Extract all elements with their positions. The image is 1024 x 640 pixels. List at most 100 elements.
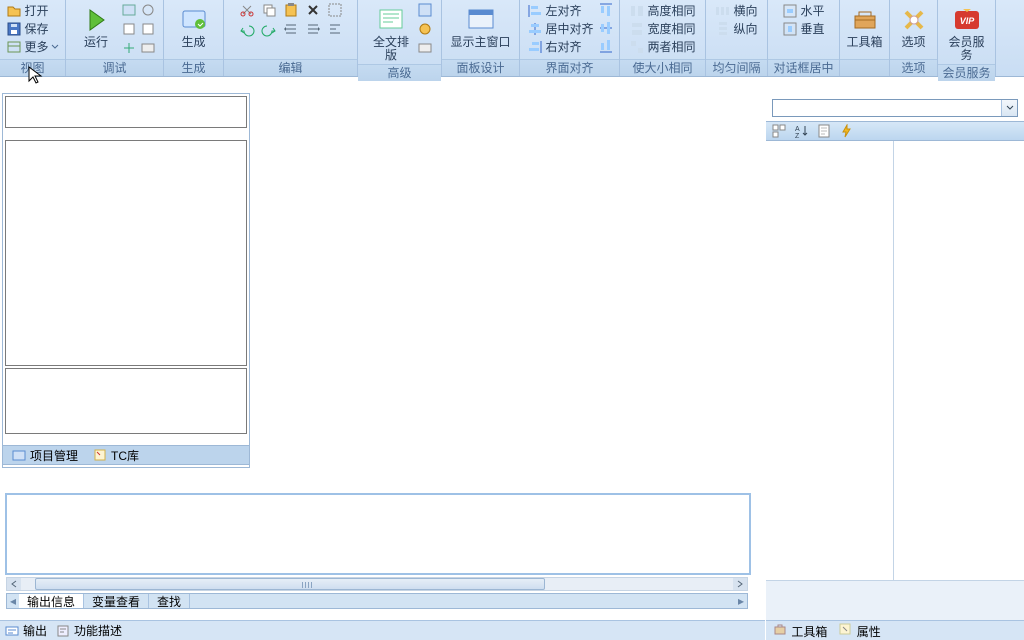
tab-project[interactable]: 项目管理 [7,446,82,465]
ribbon-group-debug-label: 调试 [66,59,163,76]
workspace: 项目管理 TC库 ◂ 输出信息 变量查看 查找 ▸ 输出 [0,77,1024,640]
tab-tc[interactable]: TC库 [88,446,143,465]
debug-icon-4[interactable] [140,21,156,37]
align-right-icon [527,39,543,55]
debug-icon-5[interactable] [121,40,137,56]
show-main-window-button[interactable]: 显示主窗口 [448,2,514,51]
chevron-down-icon-combo[interactable] [1001,100,1017,116]
out-tab-left[interactable]: ◂ [7,595,19,607]
same-both-icon [629,39,645,55]
space-v-label: 纵向 [733,20,757,37]
center-v-label: 垂直 [800,20,824,37]
scroll-left-arrow[interactable] [7,578,21,590]
space-h-label: 横向 [733,2,757,19]
space-v-icon [715,21,731,37]
props-small-icon [837,621,853,637]
output-body[interactable] [5,493,751,575]
delete-icon[interactable] [305,2,321,18]
select-icon[interactable] [327,2,343,18]
ribbon-group-member: VIP 会员服务 会员服务 [938,0,996,76]
scroll-track[interactable] [21,578,733,590]
open-button[interactable]: 打开 [4,2,50,19]
tab-project-label: 项目管理 [30,447,78,464]
toolbox-label: 工具箱 [846,36,882,49]
debug-icon-2[interactable] [140,2,156,18]
property-grid-names [766,141,894,580]
same-height-label: 高度相同 [647,2,695,19]
space-v-button[interactable]: 纵向 [713,20,759,37]
save-icon [6,21,22,37]
out-tab-right[interactable]: ▸ [735,595,747,607]
svg-text:Z: Z [795,133,800,138]
adv-icon-3[interactable] [417,40,433,56]
adv-icon-2[interactable] [417,21,433,37]
options-icon [898,4,930,36]
align-right-button[interactable]: 右对齐 [525,38,583,55]
run-button[interactable]: 运行 [73,2,119,51]
align-bottom-icon[interactable] [598,38,614,54]
scroll-thumb[interactable] [35,578,545,590]
scroll-right-arrow[interactable] [733,578,747,590]
save-button[interactable]: 保存 [4,20,50,37]
bottom-output[interactable]: 输出 [4,622,47,639]
same-height-button[interactable]: 高度相同 [627,2,697,19]
lightning-icon[interactable] [838,123,854,139]
paste-icon[interactable] [283,2,299,18]
same-height-icon [629,3,645,19]
debug-icon-6[interactable] [140,40,156,56]
project-box-1[interactable] [5,96,247,128]
project-box-3[interactable] [5,368,247,434]
open-label: 打开 [24,2,48,19]
member-button[interactable]: VIP 会员服务 [942,2,991,64]
undo-icon[interactable] [239,22,255,38]
copy-icon[interactable] [261,2,277,18]
bottom-func-desc[interactable]: 功能描述 [55,622,122,639]
full-layout-button[interactable]: 全文排版 [366,2,416,64]
indent-right-icon[interactable] [305,22,321,38]
ribbon-group-generate: 生成 生成 [164,0,224,76]
format-icon[interactable] [327,22,343,38]
output-hscroll[interactable] [6,577,748,591]
center-v-button[interactable]: 垂直 [780,20,826,37]
show-main-window-label: 显示主窗口 [450,36,510,49]
property-description [766,581,1024,625]
same-width-button[interactable]: 宽度相同 [627,20,697,37]
property-grid[interactable] [766,141,1024,581]
property-object-combo[interactable] [772,99,1018,117]
full-layout-label: 全文排版 [368,36,414,62]
align-left-label: 左对齐 [545,2,581,19]
center-h-icon [782,3,798,19]
project-box-2[interactable] [5,140,247,366]
tab-variables[interactable]: 变量查看 [84,594,149,608]
center-v-icon [782,21,798,37]
redo-icon[interactable] [261,22,277,38]
align-top-icon[interactable] [598,2,614,18]
ribbon-group-samesize-label: 使大小相同 [620,59,705,76]
property-panel: AZ 工具箱 属性 [766,95,1024,640]
tab-output-info[interactable]: 输出信息 [19,594,84,608]
space-h-icon [715,3,731,19]
options-button[interactable]: 选项 [894,2,933,51]
align-middle-icon[interactable] [598,20,614,36]
debug-icon-3[interactable] [121,21,137,37]
options-label: 选项 [901,36,925,49]
indent-left-icon[interactable] [283,22,299,38]
toolbox-button[interactable]: 工具箱 [844,2,885,51]
center-h-button[interactable]: 水平 [780,2,826,19]
prop-page-icon[interactable] [816,123,832,139]
same-both-button[interactable]: 两者相同 [627,38,697,55]
sort-az-icon[interactable]: AZ [794,123,810,139]
cut-icon[interactable] [239,2,255,18]
align-left-button[interactable]: 左对齐 [525,2,583,19]
align-center-button[interactable]: 居中对齐 [525,20,595,37]
adv-icon-1[interactable] [417,2,433,18]
generate-button[interactable]: 生成 [171,2,217,51]
categorize-icon[interactable] [772,123,788,139]
right-tab-props[interactable]: 属性 [837,621,880,640]
space-h-button[interactable]: 横向 [713,2,759,19]
tab-find[interactable]: 查找 [149,594,190,608]
debug-icon-1[interactable] [121,2,137,18]
generate-label: 生成 [181,36,205,49]
more-button[interactable]: 更多 [4,38,60,55]
right-tab-toolbox[interactable]: 工具箱 [772,621,827,640]
